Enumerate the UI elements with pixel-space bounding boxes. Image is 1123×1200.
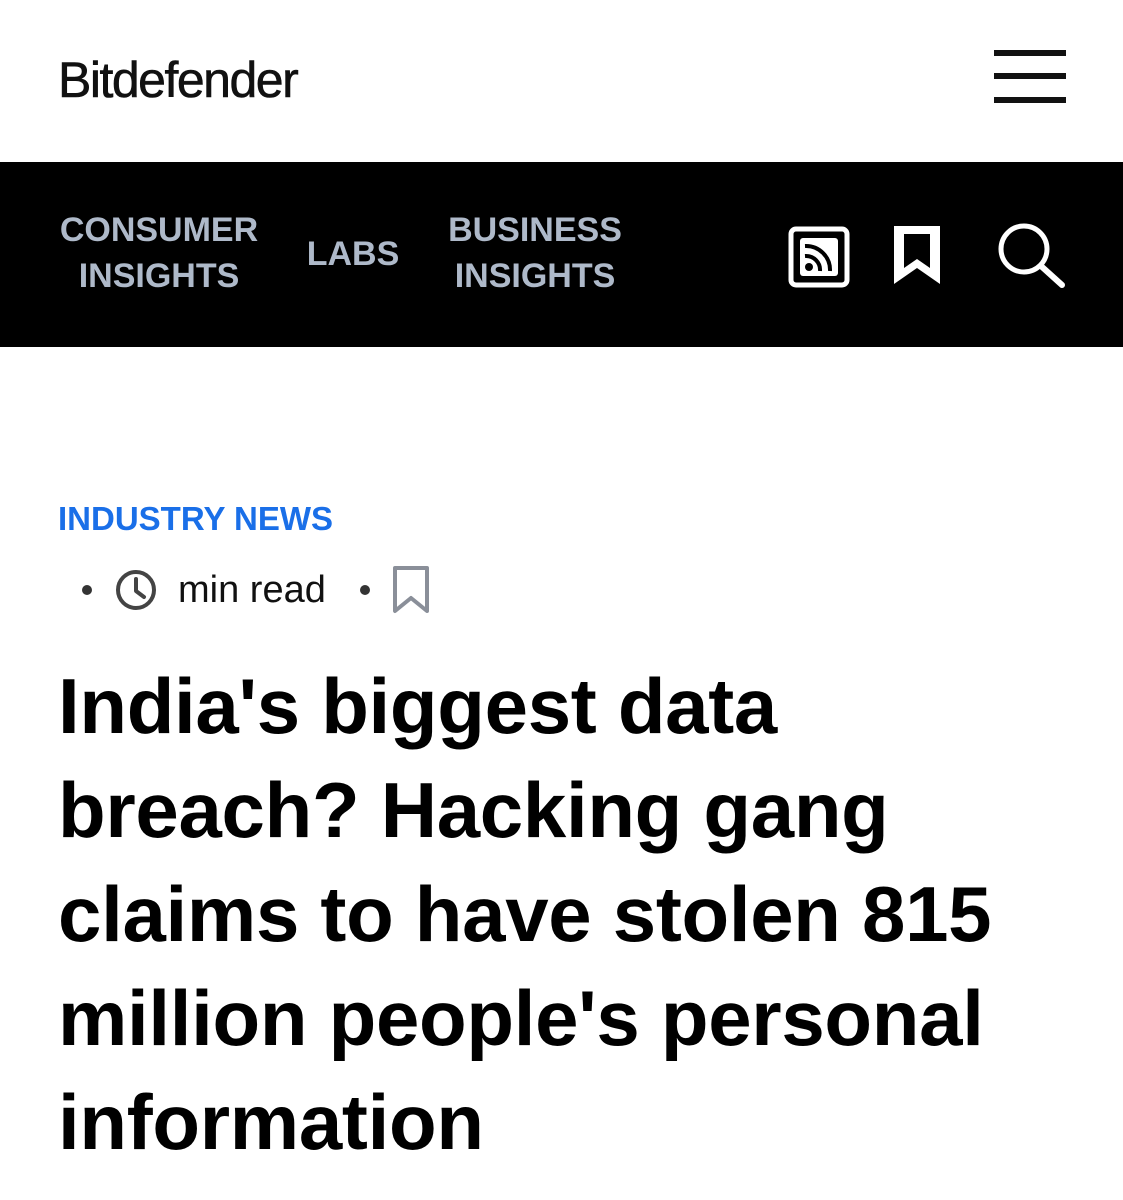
page: Bitdefender CONSUMER INSIGHTS LABS BUSIN…: [0, 0, 1123, 1200]
menu-bar-bottom: [994, 97, 1066, 103]
bookmark-icon[interactable]: [890, 224, 944, 286]
separator-dot: [82, 585, 92, 595]
menu-bar-top: [994, 50, 1066, 56]
nav-item-labs[interactable]: LABS: [300, 231, 406, 277]
search-icon[interactable]: [994, 220, 1068, 290]
nav-item-label: BUSINESS: [448, 211, 622, 249]
rss-feed-icon[interactable]: [788, 226, 850, 288]
article-category-link[interactable]: INDUSTRY NEWS: [58, 498, 333, 540]
main-navigation: CONSUMER INSIGHTS LABS BUSINESS INSIGHTS: [0, 162, 1123, 347]
article-meta: min read: [58, 562, 478, 618]
hamburger-menu-icon[interactable]: [988, 46, 1072, 110]
separator-dot: [360, 585, 370, 595]
nav-item-label: CONSUMER: [59, 211, 259, 249]
article-headline: India's biggest data breach? Hacking gan…: [58, 662, 992, 1166]
bitdefender-logo[interactable]: Bitdefender: [58, 50, 299, 110]
nav-item-consumer-insights[interactable]: CONSUMER INSIGHTS: [56, 207, 262, 299]
nav-item-business-insights[interactable]: BUSINESS INSIGHTS: [440, 207, 630, 299]
read-time-label: min read: [178, 569, 326, 611]
nav-item-label: INSIGHTS: [78, 257, 240, 295]
menu-bar-middle: [994, 73, 1066, 79]
nav-item-label: LABS: [306, 235, 400, 273]
bookmark-outline-icon[interactable]: [390, 564, 432, 616]
clock-icon: [114, 568, 158, 612]
nav-item-label: INSIGHTS: [454, 257, 616, 295]
brand-header: Bitdefender: [0, 0, 1123, 162]
